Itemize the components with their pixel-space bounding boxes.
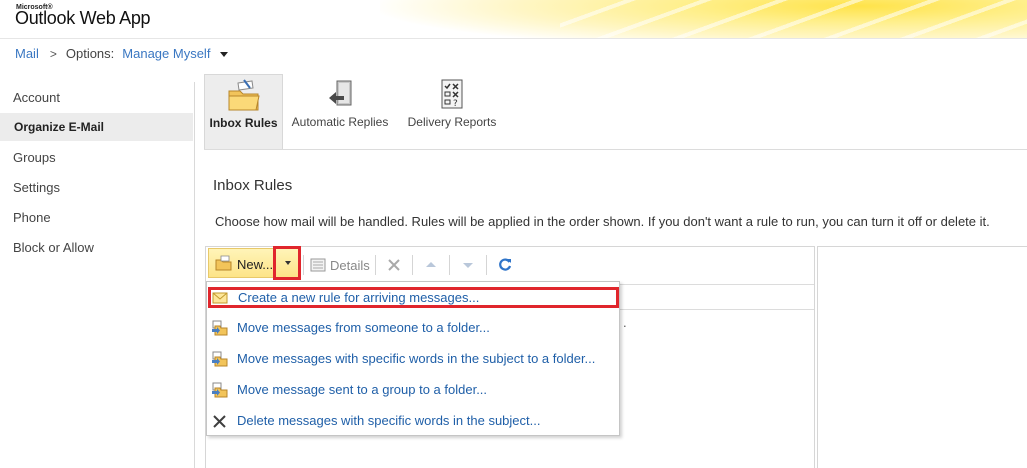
menu-item-label: Create a new rule for arriving messages.…: [238, 290, 480, 305]
menu-item-delete-specific-words[interactable]: Delete messages with specific words in t…: [207, 409, 619, 433]
automatic-replies-icon: [329, 80, 352, 106]
new-rule-label: New...: [237, 257, 274, 272]
menu-item-create-new-rule[interactable]: Create a new rule for arriving messages.…: [208, 287, 619, 308]
toolbar-separator: [375, 255, 376, 275]
tab-delivery-reports[interactable]: ? Delivery Reports: [404, 74, 500, 149]
new-folder-icon: [215, 255, 232, 271]
chevron-down-icon: [285, 261, 291, 265]
delete-x-icon: [213, 415, 226, 428]
page-title: Inbox Rules: [213, 177, 293, 194]
sidebar-item-settings[interactable]: Settings: [0, 174, 193, 202]
move-folder-icon: [212, 351, 228, 367]
menu-item-label: Move messages with specific words in the…: [237, 351, 596, 366]
tab-automatic-replies-label: Automatic Replies: [291, 115, 389, 129]
details-label: Details: [330, 258, 370, 273]
sidebar-item-organize-email[interactable]: Organize E-Mail: [0, 113, 193, 141]
toolbar-separator: [449, 255, 450, 275]
tab-delivery-reports-label: Delivery Reports: [407, 115, 497, 129]
sidebar: Account Organize E-Mail Groups Settings …: [0, 82, 195, 468]
app-header: Microsoft® Outlook Web App: [0, 0, 1027, 38]
move-down-icon[interactable]: [461, 257, 475, 273]
toolbar-separator: [412, 255, 413, 275]
menu-item-move-sent-to-group[interactable]: Move message sent to a group to a folder…: [207, 378, 619, 402]
move-folder-icon: [212, 382, 228, 398]
breadcrumb-separator: >: [49, 46, 57, 61]
breadcrumb-manage-myself-link[interactable]: Manage Myself: [122, 46, 210, 61]
envelope-icon: [212, 292, 228, 304]
new-rule-button[interactable]: New...: [208, 248, 274, 278]
delivery-reports-icon: ?: [441, 79, 463, 109]
move-folder-icon: [212, 320, 228, 336]
tab-automatic-replies[interactable]: Automatic Replies: [290, 74, 390, 149]
new-rule-dropdown-button[interactable]: [273, 246, 301, 280]
refresh-icon[interactable]: [497, 257, 513, 273]
tab-inbox-rules-label: Inbox Rules: [209, 116, 278, 130]
menu-item-label: Delete messages with specific words in t…: [237, 413, 541, 428]
options-icon-toolbar: Inbox Rules Automatic Replies ? Delivery…: [204, 74, 1027, 150]
breadcrumb-mail-link[interactable]: Mail: [15, 46, 39, 61]
svg-text:?: ?: [453, 99, 458, 109]
menu-item-label: Move messages from someone to a folder..…: [237, 320, 490, 335]
chevron-down-icon[interactable]: [220, 52, 229, 57]
app-title: Outlook Web App: [15, 8, 151, 28]
details-list-icon: [310, 258, 326, 272]
delete-icon[interactable]: [386, 257, 402, 273]
sidebar-item-groups[interactable]: Groups: [0, 144, 193, 172]
breadcrumb-options-label: Options:: [65, 46, 115, 61]
toolbar-separator: [486, 255, 487, 275]
menu-item-move-specific-words[interactable]: Move messages with specific words in the…: [207, 347, 619, 371]
rule-details-pane: [817, 246, 1027, 468]
folder-rules-icon: [228, 79, 260, 111]
sidebar-item-account[interactable]: Account: [0, 84, 193, 112]
new-rule-menu: Create a new rule for arriving messages.…: [206, 281, 620, 436]
list-partial-text: .: [623, 315, 627, 330]
tab-inbox-rules[interactable]: Inbox Rules: [204, 74, 283, 149]
breadcrumb: Mail > Options: Manage Myself: [15, 46, 229, 61]
page-description: Choose how mail will be handled. Rules w…: [215, 214, 990, 229]
move-up-icon[interactable]: [424, 257, 438, 273]
toolbar-separator: [303, 255, 304, 275]
header-divider: [0, 38, 1027, 39]
sidebar-item-phone[interactable]: Phone: [0, 204, 193, 232]
menu-item-label: Move message sent to a group to a folder…: [237, 382, 488, 397]
sidebar-item-block-or-allow[interactable]: Block or Allow: [0, 234, 193, 262]
header-stripes: [560, 0, 1027, 38]
menu-item-move-from-someone[interactable]: Move messages from someone to a folder..…: [207, 316, 619, 340]
